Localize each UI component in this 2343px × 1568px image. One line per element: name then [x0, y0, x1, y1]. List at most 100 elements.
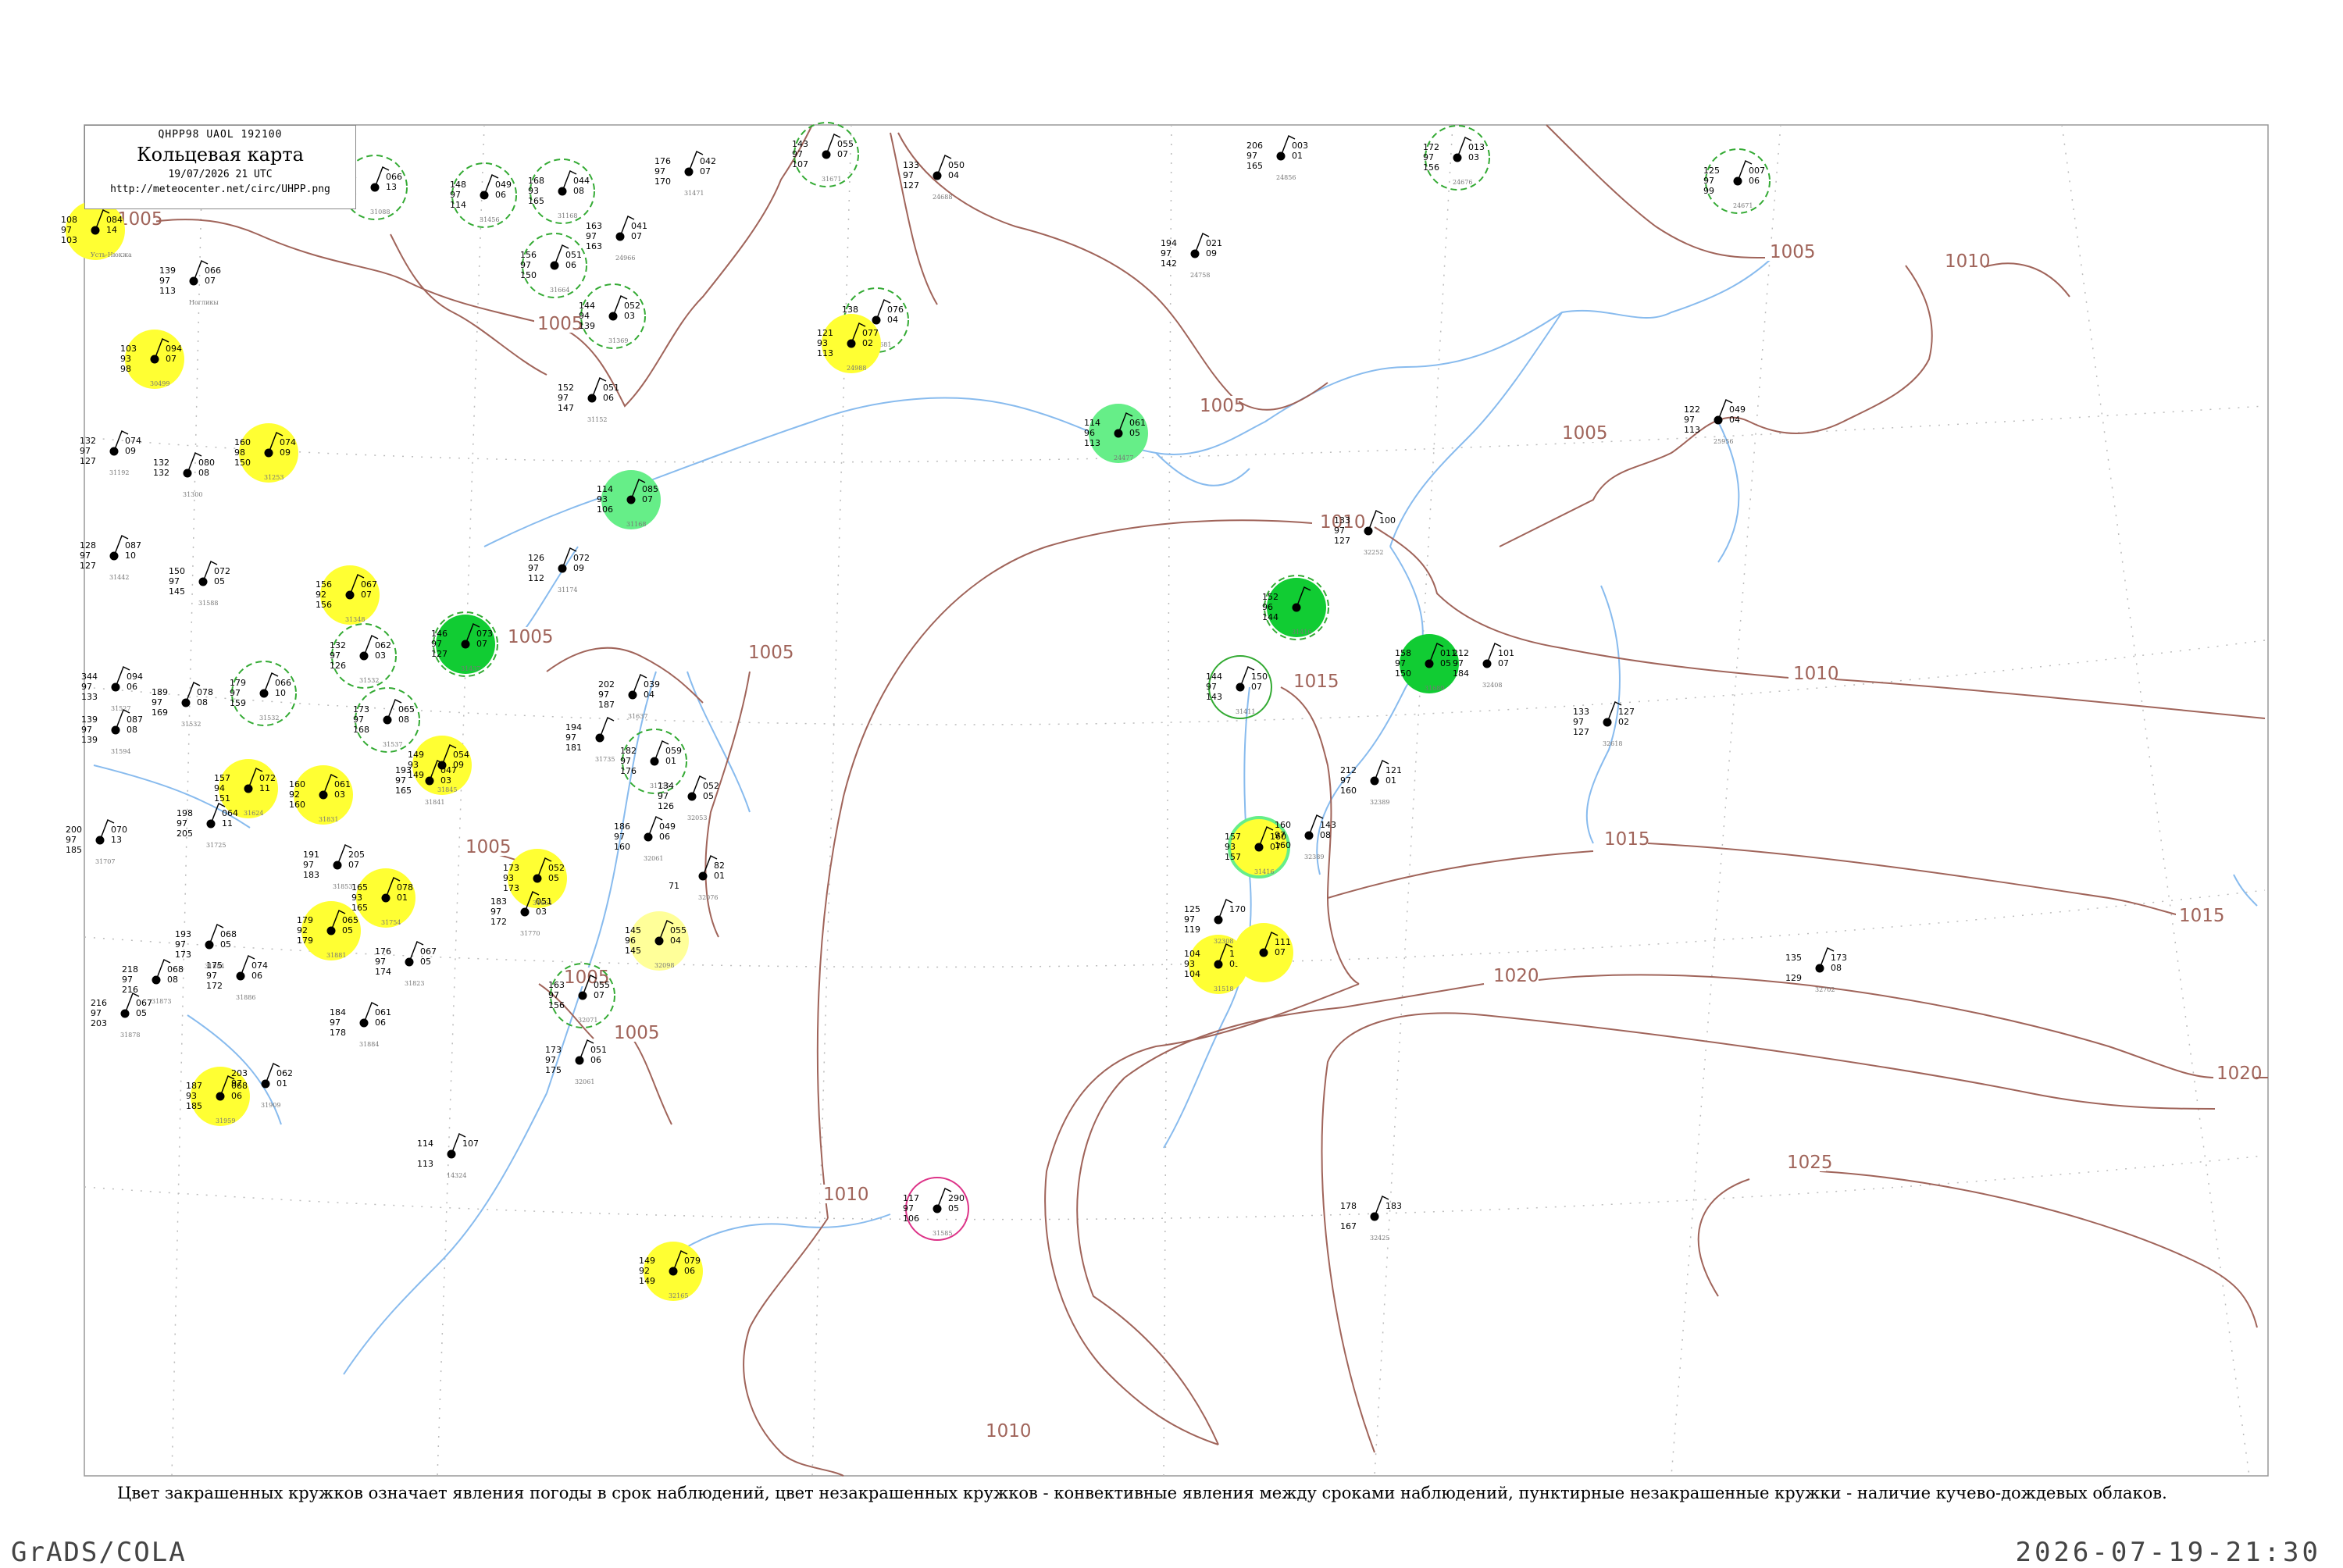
station-value: 173	[503, 863, 519, 873]
station-value: 04	[670, 935, 681, 946]
station-value: 96	[1084, 428, 1095, 438]
station-value: 178	[330, 1028, 346, 1038]
station-value: 126	[658, 801, 674, 811]
station-id: 31725	[206, 842, 226, 849]
station-value: 08	[573, 186, 584, 196]
station-value: 186	[614, 821, 630, 832]
station-value: 98	[234, 447, 245, 458]
station-value: 193	[175, 929, 191, 939]
station-value: 104	[1184, 949, 1200, 959]
station-value: 101	[1498, 648, 1514, 658]
station-value: 183	[490, 896, 507, 907]
station-value: 97	[1161, 248, 1172, 258]
station-id: 31853	[333, 883, 352, 890]
station-id: 24688	[933, 194, 952, 201]
synoptic-map: 1005100510051005100510051005100510051005…	[61, 122, 2269, 1477]
station-id: 31884	[359, 1041, 379, 1048]
station-value: 97	[159, 276, 170, 286]
station-id: 31735	[595, 756, 615, 763]
station-value: 97	[431, 639, 442, 649]
station-value: 055	[594, 980, 610, 990]
station-value: 114	[417, 1139, 433, 1149]
station-id: 32618	[1603, 740, 1622, 747]
station-value: 107	[462, 1139, 479, 1149]
station-value: 113	[159, 286, 176, 296]
isobar-label: 1005	[1200, 396, 1246, 416]
station-value: 178	[1340, 1201, 1357, 1211]
station-value: 121	[817, 328, 833, 338]
station-value: 107	[792, 159, 808, 169]
station-value: 97	[528, 563, 539, 573]
station-value: 169	[152, 707, 168, 718]
station-value: 97	[375, 957, 386, 967]
station-id: 31088	[370, 208, 390, 216]
station-value: 165	[351, 882, 368, 893]
station-value: 97	[1334, 526, 1345, 536]
station[interactable]: 11107	[1234, 923, 1293, 982]
station-value: 112	[528, 573, 544, 583]
station-value: 150	[1251, 672, 1268, 682]
station-value: 173	[353, 704, 369, 715]
station-value: 100	[1379, 515, 1396, 526]
station-value: 074	[251, 960, 268, 971]
station-value: 160	[1340, 786, 1357, 796]
map-header: QHPP98 UAOL 192100 Кольцевая карта 19/07…	[84, 125, 356, 209]
station-value: 97	[792, 149, 803, 159]
map-url: http://meteocenter.net/circ/UHPP.png	[110, 184, 330, 195]
station-value: 158	[1395, 648, 1411, 658]
station-value: 203	[91, 1018, 107, 1028]
station-id: 31174	[558, 586, 577, 593]
station-value: 163	[548, 980, 565, 990]
station-value: 92	[316, 590, 326, 600]
station-value: 198	[177, 808, 193, 818]
station-value: 150	[1395, 668, 1411, 679]
station-value: 039	[644, 679, 660, 690]
station-value: 96	[1262, 602, 1273, 612]
station-value: 067	[361, 579, 377, 590]
station-value: 97	[1184, 914, 1195, 925]
isobar-label: 1015	[2179, 906, 2225, 926]
station-value: 06	[684, 1266, 695, 1276]
station-value: 06	[659, 832, 670, 842]
station-value: 202	[598, 679, 615, 690]
station-value: 06	[495, 190, 506, 200]
station-value: 150	[234, 458, 251, 468]
station-value: 157	[1225, 852, 1241, 862]
station-value: 205	[177, 829, 193, 839]
station-value: 125	[1703, 166, 1720, 176]
station-value: 132	[153, 468, 169, 478]
station-value: 08	[197, 697, 208, 707]
station-id: 31886	[236, 994, 255, 1001]
station-value: 078	[197, 687, 213, 697]
station-value: 184	[330, 1007, 346, 1017]
station-value: 189	[152, 687, 168, 697]
station-value: 067	[136, 998, 152, 1008]
station-value: 97	[230, 688, 241, 698]
station-value: 077	[862, 328, 879, 338]
station-value: 01	[1292, 151, 1303, 161]
station-id: 31873	[152, 998, 171, 1005]
station-value: 139	[81, 715, 98, 725]
station-value: 13	[111, 835, 122, 845]
station-value: 127	[80, 456, 96, 466]
station-id: 31637	[628, 713, 647, 720]
station-value: 049	[495, 180, 512, 190]
station-value: 05	[214, 576, 225, 586]
station-value: 03	[1468, 152, 1479, 162]
station-value: 187	[598, 700, 615, 710]
station-id: 31416	[1292, 629, 1311, 636]
station-value: 06	[375, 1017, 386, 1028]
station-id: 32408	[1482, 682, 1502, 689]
station-value: 049	[659, 821, 676, 832]
station-value: 174	[375, 967, 391, 977]
station-value: 103	[61, 235, 77, 245]
station-value: 114	[1084, 418, 1100, 428]
station-value: 290	[948, 1193, 965, 1203]
station-id: 31411	[1236, 708, 1255, 715]
station-value: 068	[167, 964, 184, 975]
station-value: 191	[303, 850, 319, 860]
station-id: 31754	[381, 919, 401, 926]
station-id: 31671	[822, 176, 841, 183]
station-value: 05	[342, 925, 353, 935]
station-value: 97	[1340, 775, 1351, 786]
